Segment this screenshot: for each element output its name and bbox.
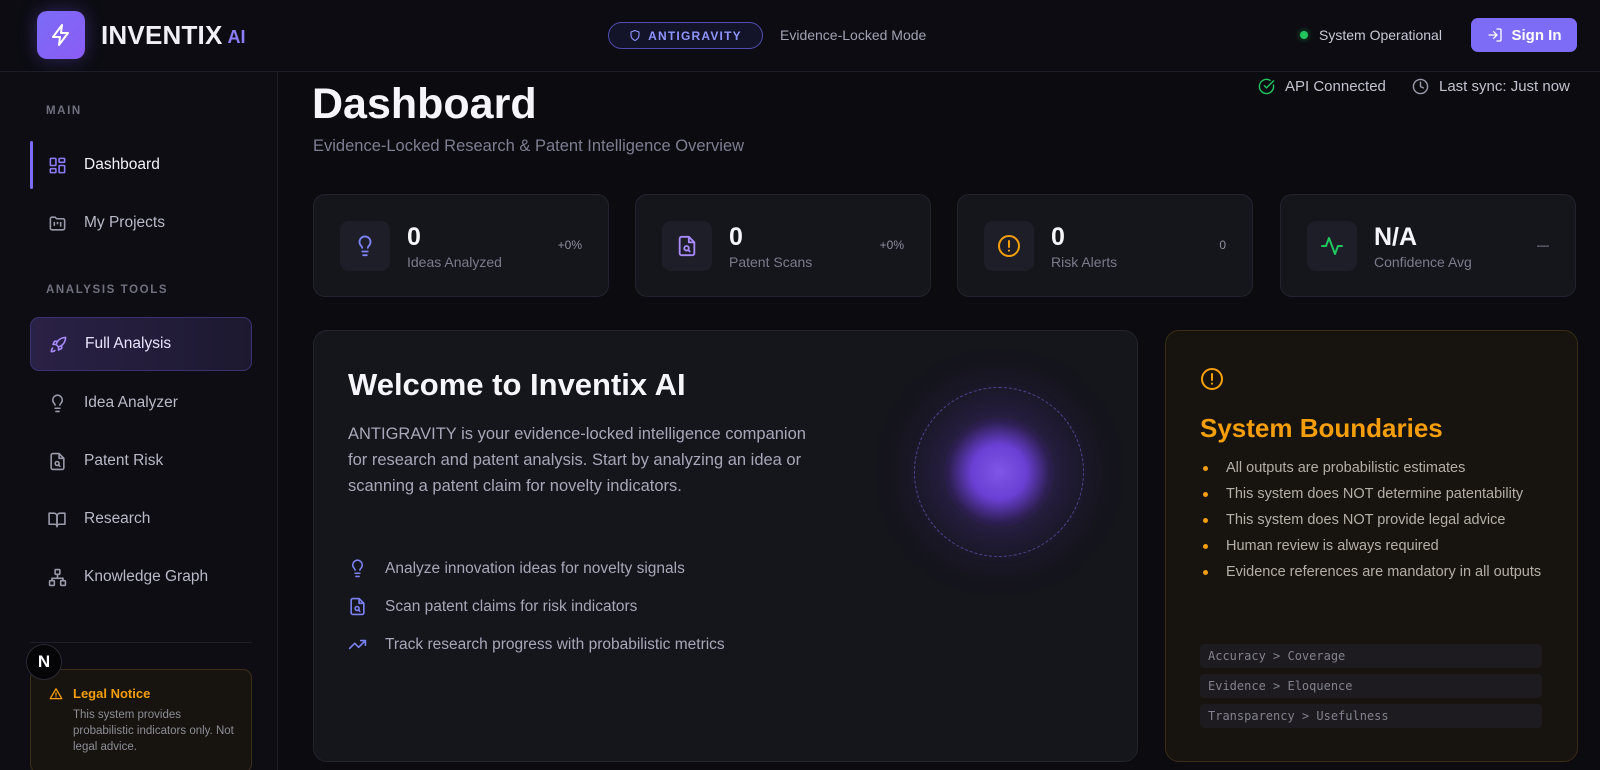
brand-logo	[37, 11, 85, 59]
lightning-bolt-icon	[52, 24, 69, 46]
brand[interactable]: INVENTIX AI	[37, 11, 246, 59]
sidebar-item-label: Idea Analyzer	[84, 394, 178, 411]
system-status: System Operational	[1300, 27, 1442, 43]
folder-kanban-icon	[46, 212, 68, 234]
page-subtitle: Evidence-Locked Research & Patent Intell…	[313, 137, 745, 155]
log-in-icon	[1487, 28, 1502, 42]
sidebar-item-label: Research	[84, 510, 151, 527]
stat-label: Patent Scans	[729, 254, 813, 270]
stat-card-ideas[interactable]: 0 Ideas Analyzed +0%	[313, 194, 609, 297]
feature-item: Analyze innovation ideas for novelty sig…	[348, 559, 685, 578]
top-bar: INVENTIX AI ANTIGRAVITY Evidence-Locked …	[0, 0, 1600, 72]
sync-status: Last sync: Just now	[1412, 78, 1570, 95]
stat-label: Risk Alerts	[1051, 254, 1118, 270]
system-boundaries-panel: System Boundaries All outputs are probab…	[1165, 330, 1578, 762]
stat-label: Confidence Avg	[1374, 254, 1472, 270]
layout-grid-icon	[46, 154, 68, 176]
sidebar-item-research[interactable]: Research	[30, 492, 252, 546]
lightbulb-icon	[340, 221, 390, 271]
lightbulb-icon	[46, 392, 68, 414]
welcome-title: Welcome to Inventix AI	[348, 367, 686, 402]
stat-card-risk-alerts[interactable]: 0 Risk Alerts 0	[957, 194, 1253, 297]
stat-card-confidence[interactable]: N/A Confidence Avg —	[1280, 194, 1576, 297]
sidebar-item-label: My Projects	[84, 214, 165, 231]
sidebar-item-my-projects[interactable]: My Projects	[30, 196, 252, 250]
stat-value: 0	[729, 223, 743, 251]
orb-glow-decoration	[944, 417, 1054, 527]
mode-badge: ANTIGRAVITY	[608, 22, 763, 49]
feature-text: Analyze innovation ideas for novelty sig…	[385, 559, 685, 577]
legal-notice-heading: Legal Notice	[73, 686, 151, 701]
activity-icon	[1307, 221, 1357, 271]
api-status: API Connected	[1258, 78, 1386, 95]
feature-text: Track research progress with probabilist…	[385, 635, 725, 653]
sidebar-item-idea-analyzer[interactable]: Idea Analyzer	[30, 376, 252, 430]
legal-notice: Legal Notice This system provides probab…	[30, 669, 252, 770]
alert-circle-icon	[984, 221, 1034, 271]
stat-value: 0	[407, 223, 421, 251]
stat-delta: —	[1537, 238, 1549, 252]
sign-in-button[interactable]: Sign In	[1471, 18, 1577, 52]
principle-tag: Transparency > Usefulness	[1200, 704, 1542, 728]
stat-card-patents[interactable]: 0 Patent Scans +0%	[635, 194, 931, 297]
lightbulb-icon	[351, 559, 364, 578]
list-item: This system does NOT provide legal advic…	[1200, 511, 1545, 529]
shield-icon	[630, 29, 640, 42]
file-search-icon	[350, 597, 365, 616]
boundaries-list: All outputs are probabilistic estimates …	[1200, 459, 1545, 589]
dev-tools-badge[interactable]: N	[26, 644, 62, 680]
trending-up-icon	[348, 639, 367, 650]
api-status-label: API Connected	[1285, 78, 1386, 95]
feature-item: Track research progress with probabilist…	[348, 635, 725, 654]
sidebar-item-patent-risk[interactable]: Patent Risk	[30, 434, 252, 488]
check-circle-icon	[1258, 78, 1275, 95]
alert-circle-icon	[1200, 367, 1224, 391]
sidebar-item-full-analysis[interactable]: Full Analysis	[30, 317, 252, 371]
list-item: All outputs are probabilistic estimates	[1200, 459, 1545, 477]
section-tools-label: ANALYSIS TOOLS	[46, 284, 169, 296]
stat-delta: +0%	[557, 238, 582, 252]
sign-in-label: Sign In	[1511, 26, 1562, 44]
mode-badge-label: ANTIGRAVITY	[648, 28, 742, 43]
feature-text: Scan patent claims for risk indicators	[385, 597, 638, 615]
rocket-icon	[47, 333, 69, 355]
section-main-label: MAIN	[46, 105, 82, 117]
brand-suffix: AI	[227, 26, 246, 47]
welcome-panel: Welcome to Inventix AI ANTIGRAVITY is yo…	[313, 330, 1138, 762]
clock-icon	[1412, 78, 1429, 95]
status-dot-icon	[1300, 31, 1308, 39]
warning-triangle-icon	[49, 687, 63, 699]
list-item: Human review is always required	[1200, 537, 1545, 555]
sidebar-divider	[30, 642, 252, 643]
sync-status-label: Last sync: Just now	[1439, 78, 1570, 95]
legal-notice-title: Legal Notice	[49, 686, 235, 701]
sidebar-item-label: Knowledge Graph	[84, 568, 209, 585]
network-icon	[46, 566, 68, 588]
stat-delta: 0	[1219, 238, 1226, 252]
boundaries-title: System Boundaries	[1200, 413, 1443, 443]
file-search-icon	[662, 221, 712, 271]
stat-value: 0	[1051, 223, 1065, 251]
file-search-icon	[46, 450, 68, 472]
stat-label: Ideas Analyzed	[407, 254, 502, 270]
sidebar-item-label: Full Analysis	[85, 335, 172, 352]
principle-tag: Evidence > Eloquence	[1200, 674, 1542, 698]
sidebar-item-knowledge-graph[interactable]: Knowledge Graph	[30, 550, 252, 604]
legal-notice-body: This system provides probabilistic indic…	[73, 709, 234, 753]
sidebar-item-label: Patent Risk	[84, 452, 164, 469]
principle-tag: Accuracy > Coverage	[1200, 644, 1542, 668]
list-item: This system does NOT determine patentabi…	[1200, 485, 1545, 503]
stat-value: N/A	[1374, 223, 1418, 251]
mode-text: Evidence-Locked Mode	[780, 27, 927, 43]
page-title: Dashboard	[312, 80, 537, 128]
brand-name: INVENTIX	[101, 19, 223, 50]
system-status-label: System Operational	[1319, 27, 1442, 43]
sidebar-item-label: Dashboard	[84, 156, 160, 173]
sidebar-item-dashboard[interactable]: Dashboard	[30, 138, 252, 192]
list-item: Evidence references are mandatory in all…	[1200, 563, 1545, 581]
stat-delta: +0%	[879, 238, 904, 252]
feature-item: Scan patent claims for risk indicators	[348, 597, 637, 616]
welcome-body: ANTIGRAVITY is your evidence-locked inte…	[348, 425, 806, 495]
book-open-icon	[46, 508, 68, 530]
